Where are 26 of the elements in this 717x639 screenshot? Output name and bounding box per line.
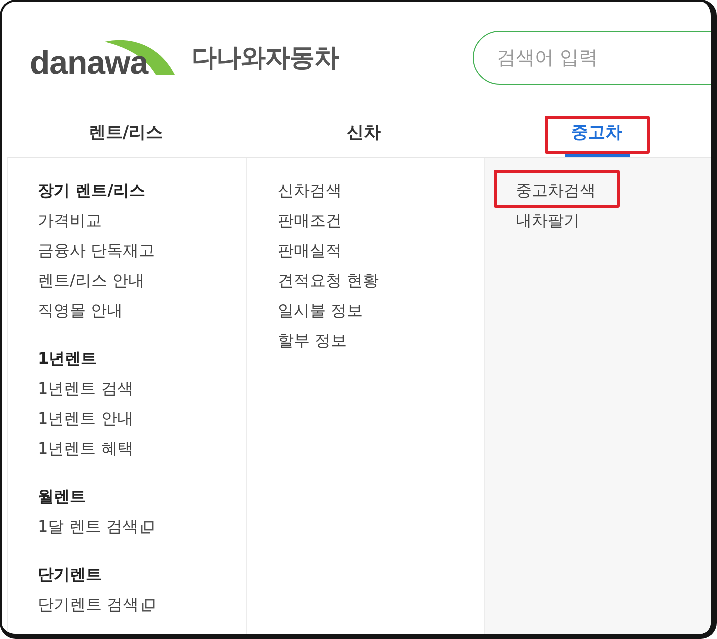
menu-link[interactable]: 판매조건 — [278, 206, 342, 236]
menu-link[interactable]: 판매실적 — [278, 236, 342, 266]
menu-heading: 월렌트 — [38, 486, 87, 508]
menu-heading: 단기렌트 — [38, 564, 103, 586]
menu-link[interactable]: 금융사 단독재고 — [38, 236, 156, 266]
menu-link[interactable]: 1년렌트 검색 — [38, 374, 134, 404]
site-name[interactable]: 다나와자동차 — [192, 43, 339, 73]
menu-link[interactable]: 렌트/리스 안내 — [38, 266, 144, 296]
menu-link[interactable]: 일시불 정보 — [278, 296, 364, 326]
menu-link[interactable]: 1년렌트 혜택 — [38, 434, 134, 464]
menu-heading: 1년렌트 — [38, 348, 98, 370]
nav-tab[interactable]: 렌트/리스 — [82, 110, 170, 157]
search-field[interactable]: 검색어 입력 — [473, 31, 711, 85]
menu-link[interactable]: 중고차검색 — [516, 176, 596, 206]
menu-link[interactable]: 1년렌트 안내 — [38, 404, 134, 434]
menu-link[interactable]: 신차검색 — [278, 176, 342, 206]
menu-link[interactable]: 단기렌트 검색 — [38, 590, 156, 620]
menu-link[interactable]: 가격비교 — [38, 206, 102, 236]
nav-tab[interactable]: 신차 — [340, 110, 388, 157]
menu-link[interactable]: 할부 정보 — [278, 326, 348, 356]
menu-link[interactable]: 1달 렌트 검색 — [38, 512, 154, 542]
menu-link[interactable]: 견적요청 현황 — [278, 266, 380, 296]
menu-heading: 장기 렌트/리스 — [38, 180, 146, 202]
menu-link[interactable]: 직영몰 안내 — [38, 296, 124, 326]
menu-link[interactable]: 내차팔기 — [516, 206, 580, 236]
logo[interactable]: danawa — [30, 39, 177, 77]
